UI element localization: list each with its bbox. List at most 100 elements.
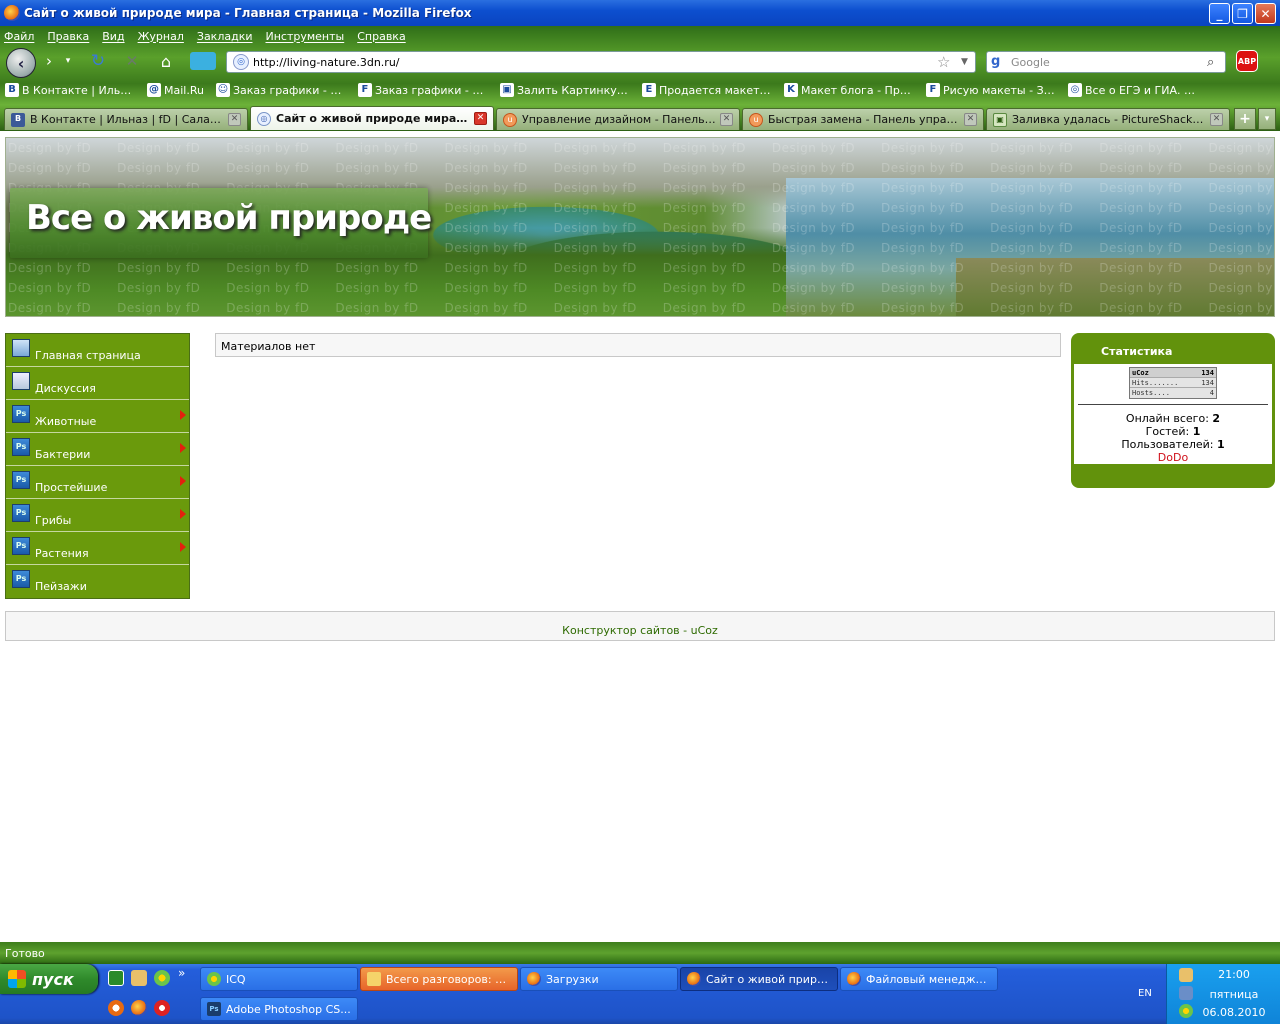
- ucoz-icon: u: [503, 112, 517, 127]
- menu-item-label: Бактерии: [35, 448, 91, 461]
- menu-item[interactable]: Ps Растения: [6, 532, 189, 565]
- search-input[interactable]: Google: [1011, 56, 1207, 69]
- tab-close-icon[interactable]: ✕: [474, 112, 487, 125]
- bookmark-star-icon[interactable]: ☆: [937, 53, 955, 71]
- sidebar-icon[interactable]: [190, 52, 216, 70]
- forward-button[interactable]: ›: [40, 52, 58, 70]
- menu-item[interactable]: Ps Пейзажи: [6, 565, 189, 598]
- tab-close-icon[interactable]: ✕: [1210, 113, 1223, 126]
- menu-help[interactable]: Справка: [357, 30, 405, 43]
- menu-view[interactable]: Вид: [102, 30, 124, 43]
- clock-time[interactable]: 21:00: [1167, 968, 1280, 981]
- forum-icon: E: [641, 83, 656, 97]
- start-button[interactable]: пуск: [0, 964, 98, 994]
- menu-history[interactable]: Журнал: [138, 30, 184, 43]
- menu-item-label: Растения: [35, 547, 89, 560]
- forum-icon: F: [925, 83, 940, 97]
- bookmark-item[interactable]: ◎Все о ЕГЭ и ГИА. Тра...: [1063, 83, 1205, 97]
- back-button[interactable]: ‹: [6, 48, 36, 78]
- tab-close-icon[interactable]: ✕: [228, 113, 241, 126]
- quicklaunch-app-icon[interactable]: [108, 1000, 124, 1016]
- bookmark-item[interactable]: @ Mail.Ru: [142, 83, 211, 97]
- quicklaunch-app-icon[interactable]: [154, 1000, 170, 1016]
- windows-taskbar: пуск » ICQ Всего разговоров: 3... Загруз…: [0, 964, 1280, 1024]
- site-footer: Конструктор сайтов - uCoz: [5, 611, 1275, 641]
- taskbar-button[interactable]: ICQ: [200, 967, 358, 991]
- search-bar[interactable]: g Google ⌕: [986, 51, 1226, 73]
- taskbar-button-active[interactable]: Сайт о живой приро...: [680, 967, 838, 991]
- icq-quicklaunch-icon[interactable]: [154, 970, 170, 986]
- bookmark-item[interactable]: FРисую макеты - Зака...: [921, 83, 1063, 97]
- firefox-icon: [527, 972, 541, 986]
- menu-item[interactable]: Главная страница: [6, 334, 189, 367]
- menu-item[interactable]: Ps Бактерии: [6, 433, 189, 466]
- maximize-button[interactable]: ❐: [1232, 3, 1253, 24]
- menu-item[interactable]: Дискуссия: [6, 367, 189, 400]
- tab-close-icon[interactable]: ✕: [720, 113, 733, 126]
- quicklaunch-app-icon[interactable]: [131, 970, 147, 986]
- tab-list-icon[interactable]: ▾: [1258, 108, 1276, 130]
- menu-tools[interactable]: Инструменты: [266, 30, 345, 43]
- firefox-quicklaunch-icon[interactable]: [131, 1000, 147, 1016]
- tab[interactable]: uБыстрая замена - Панель управлен...✕: [742, 108, 984, 130]
- forum-icon: F: [357, 83, 372, 97]
- vk-icon: B: [11, 112, 25, 127]
- url-bar[interactable]: ◎ http://living-nature.3dn.ru/ ☆ ▼: [226, 51, 976, 73]
- stop-icon[interactable]: ✕: [122, 51, 142, 71]
- taskbar-button[interactable]: Всего разговоров: 3...: [360, 967, 518, 991]
- quicklaunch-overflow-icon[interactable]: »: [178, 966, 192, 982]
- bookmark-item[interactable]: EПродается макет - П...: [637, 83, 779, 97]
- window-title: Сайт о живой природе мира - Главная стра…: [24, 6, 472, 20]
- tab[interactable]: BВ Контакте | Ильназ | fD | Салахов ✕: [4, 108, 248, 130]
- clock-day: пятница: [1209, 988, 1259, 1001]
- menu-item-label: Простейшие: [35, 481, 108, 494]
- url-value[interactable]: http://living-nature.3dn.ru/: [253, 56, 937, 69]
- menu-bookmarks[interactable]: Закладки: [197, 30, 253, 43]
- taskbar-button[interactable]: Загрузки: [520, 967, 678, 991]
- history-dropdown-icon[interactable]: ▾: [62, 52, 74, 70]
- site-identity-icon[interactable]: ◎: [233, 54, 249, 70]
- tab-close-icon[interactable]: ✕: [964, 113, 977, 126]
- language-indicator[interactable]: EN: [1138, 988, 1152, 999]
- search-icon[interactable]: ⌕: [1207, 55, 1225, 70]
- tab-active[interactable]: ◎ Сайт о живой природе мира - Г... ✕: [250, 106, 494, 130]
- taskbar-button[interactable]: Ps Adobe Photoshop CS...: [200, 997, 358, 1021]
- tab[interactable]: ▣Заливка удалась - PictureShack® Хо...✕: [986, 108, 1230, 130]
- new-tab-button[interactable]: +: [1234, 108, 1256, 130]
- footer-builder-link[interactable]: Конструктор сайтов: [562, 624, 680, 637]
- firefox-window: Сайт о живой природе мира - Главная стра…: [0, 0, 1280, 1024]
- forum-icon: ☺: [215, 83, 230, 97]
- bookmark-item[interactable]: ▣Залить Картинку - З...: [495, 83, 637, 97]
- page-content: Design by fD Design by fD Design by fD D…: [0, 131, 1280, 942]
- online-user-link[interactable]: DoDo: [1074, 451, 1272, 464]
- ucoz-counter[interactable]: uCoz 134 Hits....... 134 Hosts.... 4: [1129, 367, 1217, 399]
- home-icon[interactable]: ⌂: [155, 51, 177, 71]
- home-page-icon: [12, 339, 30, 357]
- minimize-button[interactable]: _: [1209, 3, 1230, 24]
- quicklaunch-app-icon[interactable]: [108, 970, 124, 986]
- menu-file[interactable]: Файл: [4, 30, 34, 43]
- footer-ucoz-link[interactable]: uCoz: [691, 624, 718, 637]
- close-button[interactable]: ✕: [1255, 3, 1276, 24]
- menu-edit[interactable]: Правка: [47, 30, 89, 43]
- bookmark-item[interactable]: FЗаказ графики - Веб-...: [353, 83, 495, 97]
- taskbar-button[interactable]: Файловый менедже...: [840, 967, 998, 991]
- url-dropdown-icon[interactable]: ▼: [961, 57, 975, 67]
- bookmark-item[interactable]: ☺Заказ графики - Инф...: [211, 83, 353, 97]
- reload-icon[interactable]: ↻: [88, 51, 108, 71]
- menu-item[interactable]: Ps Грибы: [6, 499, 189, 532]
- submenu-arrow-icon: [180, 509, 186, 519]
- windows-logo-icon: [8, 970, 26, 988]
- bookmark-item[interactable]: KМакет блога - Прода...: [779, 83, 921, 97]
- adblock-plus-button[interactable]: ABP: [1236, 50, 1258, 72]
- menu-item[interactable]: Ps Животные: [6, 400, 189, 433]
- bookmark-item[interactable]: BВ Контакте | Ильназ ...: [0, 83, 142, 97]
- main-content-box: Материалов нет: [215, 333, 1061, 357]
- submenu-arrow-icon: [180, 410, 186, 420]
- menu-item-label: Пейзажи: [35, 580, 87, 593]
- google-engine-icon[interactable]: g: [991, 54, 1007, 70]
- navigation-bar: ‹ › ▾ ↻ ✕ ⌂ ◎ http://living-nature.3dn.r…: [0, 46, 1280, 78]
- tab[interactable]: uУправление дизайном - Панель упр...✕: [496, 108, 740, 130]
- pictureshack-icon: ▣: [993, 112, 1007, 127]
- menu-item[interactable]: Ps Простейшие: [6, 466, 189, 499]
